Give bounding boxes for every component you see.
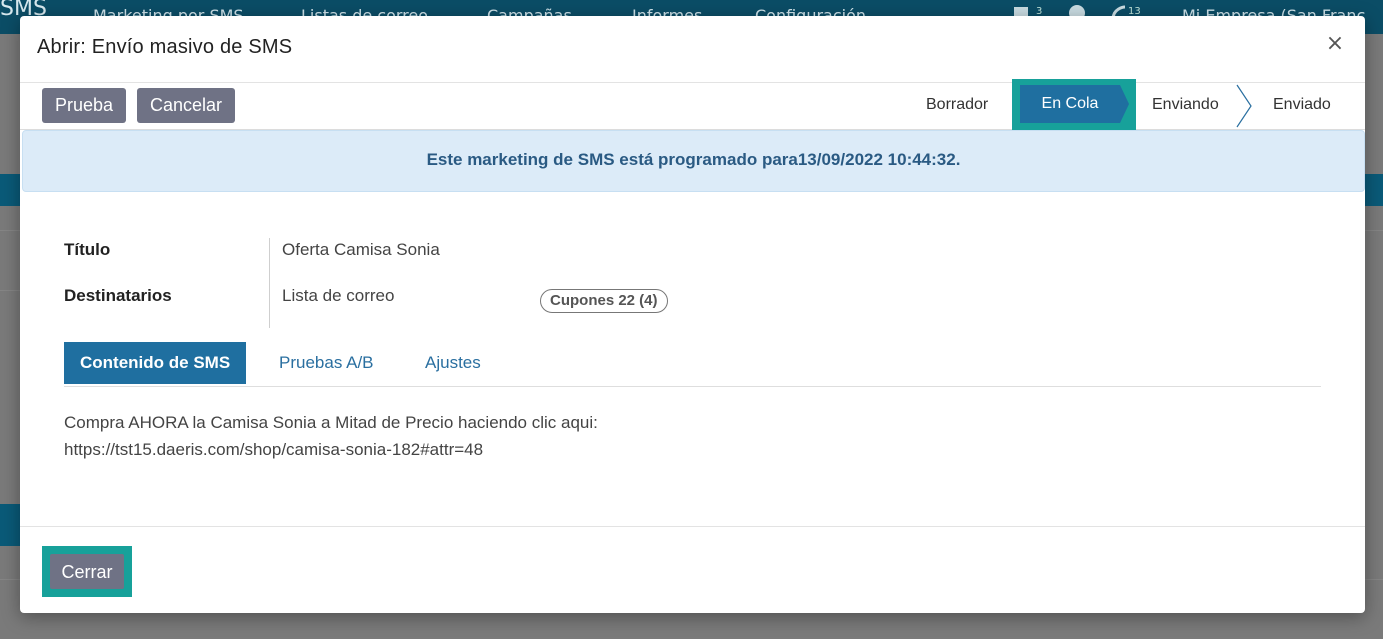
sms-content-body[interactable]: Compra AHORA la Camisa Sonia a Mitad de … xyxy=(64,409,1264,463)
stage-sending[interactable]: Enviando xyxy=(1152,83,1219,129)
mailing-list-tag[interactable]: Cupones 22 (4) xyxy=(540,289,668,313)
test-button[interactable]: Prueba xyxy=(42,88,127,123)
dialog-title: Abrir: Envío masivo de SMS xyxy=(37,36,293,58)
status-bar: Prueba Cancelar Borrador En Cola Enviand… xyxy=(20,79,1365,131)
sms-mailing-dialog: Abrir: Envío masivo de SMS × Prueba Canc… xyxy=(20,16,1365,613)
dialog-footer: Cerrar xyxy=(20,526,1365,613)
recipients-label: Destinatarios xyxy=(64,286,172,305)
tab-bar: Contenido de SMS Pruebas A/B Ajustes xyxy=(64,342,1321,387)
close-icon[interactable]: × xyxy=(1323,32,1347,56)
stage-queued[interactable]: En Cola xyxy=(1020,85,1129,123)
title-label: Título xyxy=(64,240,111,259)
tab-ab-tests[interactable]: Pruebas A/B xyxy=(279,342,374,384)
bg-fragment xyxy=(0,174,20,206)
field-divider xyxy=(269,238,270,328)
tab-settings[interactable]: Ajustes xyxy=(425,342,481,384)
scheduled-alert: Este marketing de SMS está programado pa… xyxy=(22,130,1365,192)
bg-fragment xyxy=(0,504,20,546)
title-value[interactable]: Oferta Camisa Sonia xyxy=(282,240,440,260)
cancel-button[interactable]: Cancelar xyxy=(137,88,236,123)
close-button[interactable]: Cerrar xyxy=(50,554,124,589)
sms-line: Compra AHORA la Camisa Sonia a Mitad de … xyxy=(64,413,598,432)
stage-queued-highlight: En Cola xyxy=(1012,79,1136,131)
recipients-value[interactable]: Lista de correo xyxy=(282,286,394,306)
bg-divider xyxy=(0,230,20,231)
sms-line: https://tst15.daeris.com/shop/camisa-son… xyxy=(64,440,484,459)
bg-divider xyxy=(0,290,20,291)
bg-fragment xyxy=(1365,174,1383,206)
close-button-highlight: Cerrar xyxy=(42,546,132,597)
stage-sent[interactable]: Enviado xyxy=(1273,83,1331,129)
bg-divider xyxy=(1365,230,1383,231)
stage-draft[interactable]: Borrador xyxy=(926,83,988,129)
tab-sms-content[interactable]: Contenido de SMS xyxy=(64,342,247,384)
dialog-header: Abrir: Envío masivo de SMS × xyxy=(20,16,1365,83)
chevron-right-icon xyxy=(1236,84,1252,128)
